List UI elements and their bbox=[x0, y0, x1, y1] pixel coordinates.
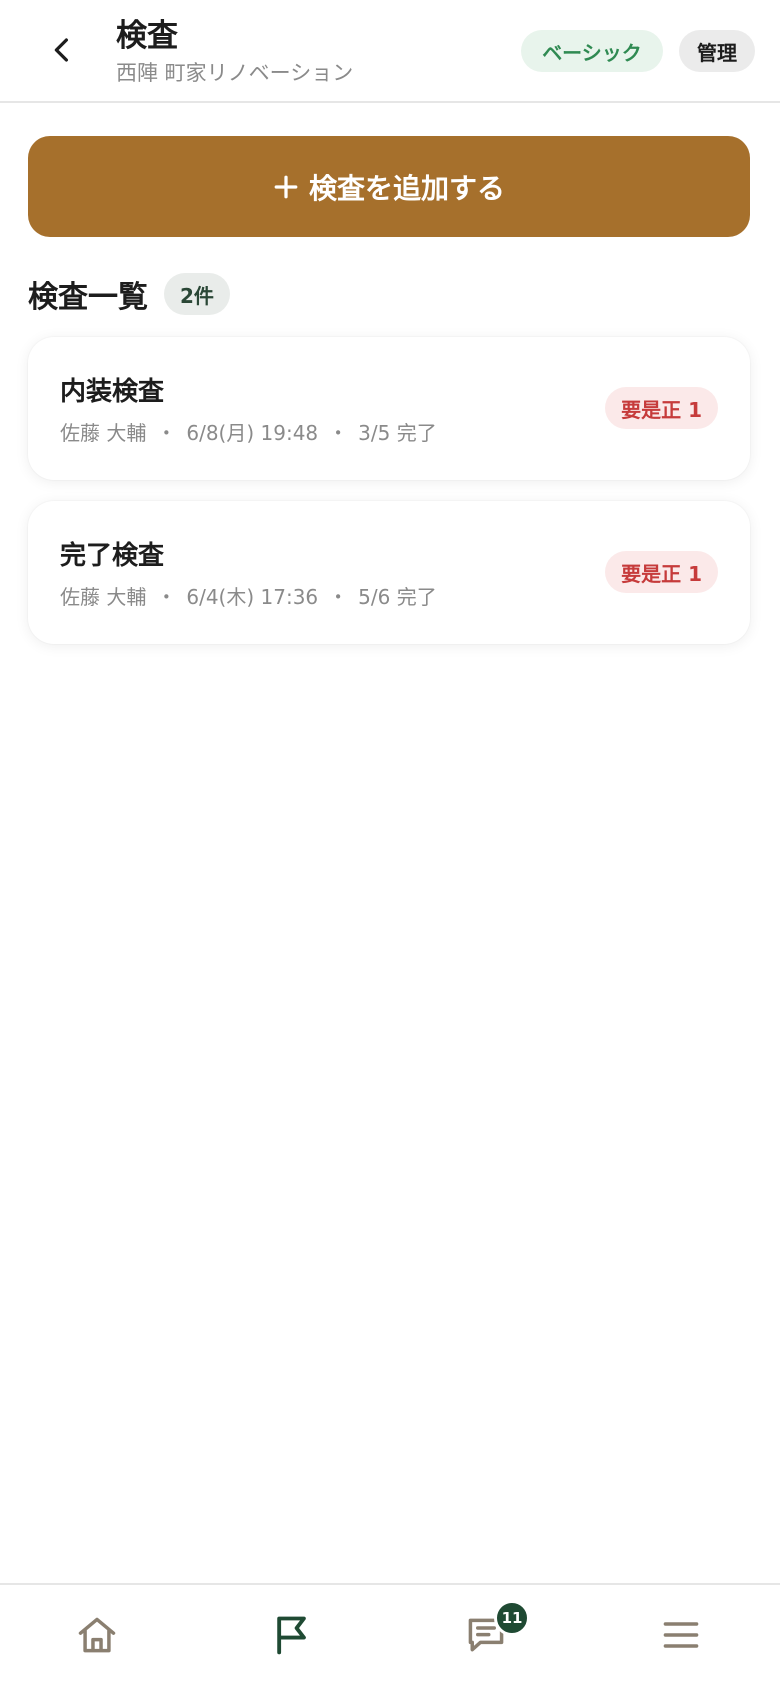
inspector-name: 佐藤 大輔 bbox=[60, 585, 147, 609]
nav-inspection[interactable] bbox=[262, 1605, 322, 1665]
inspection-meta: 佐藤 大輔・ 6/8(月) 19:48 ・ 3/5 完了 bbox=[60, 417, 437, 446]
page-title: 検査 bbox=[116, 18, 178, 54]
inspection-title: 完了検査 bbox=[60, 541, 165, 571]
home-icon bbox=[78, 1617, 116, 1653]
inspection-card[interactable]: 内装検査 佐藤 大輔・ 6/8(月) 19:48 ・ 3/5 完了 要是正 1 bbox=[28, 337, 750, 480]
plan-badge: ベーシック bbox=[521, 30, 663, 72]
chevron-left-icon bbox=[54, 38, 68, 62]
inspection-datetime: 6/8(月) 19:48 bbox=[186, 421, 319, 445]
admin-badge[interactable]: 管理 bbox=[679, 30, 755, 72]
inspection-progress: 5/6 完了 bbox=[358, 585, 437, 609]
title-group: 検査 西陣 町家リノベーション bbox=[116, 16, 353, 88]
back-button[interactable] bbox=[38, 26, 86, 74]
project-name: 西陣 町家リノベーション bbox=[116, 61, 354, 85]
add-inspection-button[interactable]: 検査を追加する bbox=[28, 136, 750, 237]
nav-home[interactable] bbox=[67, 1605, 127, 1665]
fix-required-badge: 要是正 1 bbox=[605, 551, 718, 593]
fix-required-badge: 要是正 1 bbox=[605, 387, 718, 429]
section-title: 検査一覧 bbox=[28, 280, 148, 315]
section-heading: 検査一覧 2件 bbox=[28, 272, 230, 316]
inspection-datetime: 6/4(木) 17:36 bbox=[186, 585, 319, 609]
meta-separator: ・ bbox=[328, 585, 349, 609]
inspector-name: 佐藤 大輔 bbox=[60, 421, 147, 445]
flag-icon bbox=[277, 1616, 306, 1655]
inspection-card[interactable]: 完了検査 佐藤 大輔・ 6/4(木) 17:36 ・ 5/6 完了 要是正 1 bbox=[28, 501, 750, 644]
meta-separator: ・ bbox=[328, 421, 349, 445]
inspection-meta: 佐藤 大輔・ 6/4(木) 17:36 ・ 5/6 完了 bbox=[60, 581, 437, 610]
inspection-title: 内装検査 bbox=[60, 377, 165, 407]
inspection-progress: 3/5 完了 bbox=[358, 421, 437, 445]
messages-count-badge: 11 bbox=[494, 1600, 530, 1636]
plus-icon bbox=[274, 175, 298, 198]
count-badge: 2件 bbox=[164, 273, 230, 315]
meta-separator: ・ bbox=[156, 421, 177, 445]
meta-separator: ・ bbox=[156, 585, 177, 609]
nav-menu[interactable] bbox=[651, 1605, 711, 1665]
menu-icon bbox=[663, 1622, 699, 1648]
bottom-nav: 11 bbox=[0, 1583, 780, 1688]
top-header: 検査 西陣 町家リノベーション ベーシック 管理 bbox=[0, 0, 780, 103]
app-root: 検査 西陣 町家リノベーション ベーシック 管理 検査を追加する 検査一覧 2件… bbox=[0, 0, 780, 1688]
add-inspection-label: 検査を追加する bbox=[308, 171, 505, 205]
